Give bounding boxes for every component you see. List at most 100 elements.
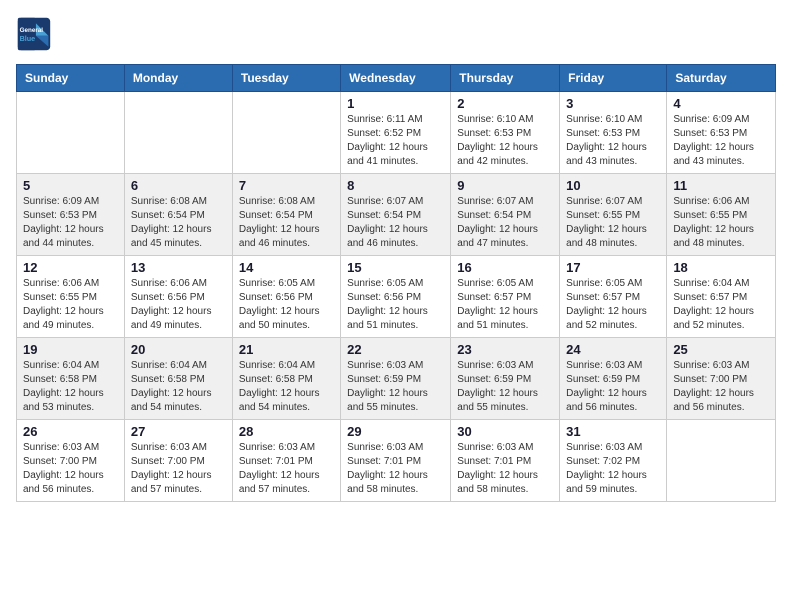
day-info: Sunrise: 6:06 AM Sunset: 6:55 PM Dayligh… bbox=[673, 195, 769, 251]
day-info: Sunrise: 6:11 AM Sunset: 6:52 PM Dayligh… bbox=[347, 113, 444, 169]
day-number: 21 bbox=[239, 342, 334, 357]
day-info: Sunrise: 6:10 AM Sunset: 6:53 PM Dayligh… bbox=[457, 113, 553, 169]
day-info: Sunrise: 6:03 AM Sunset: 7:00 PM Dayligh… bbox=[23, 441, 118, 497]
svg-text:Blue: Blue bbox=[20, 34, 36, 43]
day-number: 8 bbox=[347, 178, 444, 193]
day-number: 5 bbox=[23, 178, 118, 193]
calendar-cell: 4 Sunrise: 6:09 AM Sunset: 6:53 PM Daylig… bbox=[667, 92, 776, 174]
day-number: 12 bbox=[23, 260, 118, 275]
svg-text:General: General bbox=[20, 27, 44, 34]
day-number: 20 bbox=[131, 342, 226, 357]
day-info: Sunrise: 6:05 AM Sunset: 6:57 PM Dayligh… bbox=[566, 277, 660, 333]
day-info: Sunrise: 6:04 AM Sunset: 6:58 PM Dayligh… bbox=[131, 359, 226, 415]
calendar-cell: 1 Sunrise: 6:11 AM Sunset: 6:52 PM Daylig… bbox=[341, 92, 451, 174]
calendar-cell bbox=[232, 92, 340, 174]
calendar-cell: 28 Sunrise: 6:03 AM Sunset: 7:01 PM Dayli… bbox=[232, 420, 340, 502]
calendar-cell: 21 Sunrise: 6:04 AM Sunset: 6:58 PM Dayli… bbox=[232, 338, 340, 420]
day-info: Sunrise: 6:03 AM Sunset: 7:01 PM Dayligh… bbox=[347, 441, 444, 497]
calendar-table: SundayMondayTuesdayWednesdayThursdayFrid… bbox=[16, 64, 776, 502]
calendar-cell: 12Sunrise: 6:06 AM Sunset: 6:55 PM Dayli… bbox=[17, 256, 125, 338]
weekday-header: Tuesday bbox=[232, 65, 340, 92]
calendar-cell: 17Sunrise: 6:05 AM Sunset: 6:57 PM Dayli… bbox=[560, 256, 667, 338]
calendar-cell: 31 Sunrise: 6:03 AM Sunset: 7:02 PM Dayli… bbox=[560, 420, 667, 502]
day-info: Sunrise: 6:05 AM Sunset: 6:57 PM Dayligh… bbox=[457, 277, 553, 333]
calendar-cell: 29 Sunrise: 6:03 AM Sunset: 7:01 PM Dayli… bbox=[341, 420, 451, 502]
day-number: 15 bbox=[347, 260, 444, 275]
day-number: 14 bbox=[239, 260, 334, 275]
calendar-cell bbox=[124, 92, 232, 174]
day-info: Sunrise: 6:03 AM Sunset: 6:59 PM Dayligh… bbox=[347, 359, 444, 415]
calendar-cell: 10Sunrise: 6:07 AM Sunset: 6:55 PM Dayli… bbox=[560, 174, 667, 256]
day-number: 11 bbox=[673, 178, 769, 193]
day-info: Sunrise: 6:06 AM Sunset: 6:56 PM Dayligh… bbox=[131, 277, 226, 333]
day-info: Sunrise: 6:08 AM Sunset: 6:54 PM Dayligh… bbox=[239, 195, 334, 251]
day-info: Sunrise: 6:05 AM Sunset: 6:56 PM Dayligh… bbox=[239, 277, 334, 333]
day-number: 9 bbox=[457, 178, 553, 193]
day-info: Sunrise: 6:03 AM Sunset: 7:00 PM Dayligh… bbox=[131, 441, 226, 497]
day-number: 2 bbox=[457, 96, 553, 111]
calendar-cell: 18 Sunrise: 6:04 AM Sunset: 6:57 PM Dayli… bbox=[667, 256, 776, 338]
calendar-cell: 5Sunrise: 6:09 AM Sunset: 6:53 PM Daylig… bbox=[17, 174, 125, 256]
calendar-cell: 2 Sunrise: 6:10 AM Sunset: 6:53 PM Daylig… bbox=[451, 92, 560, 174]
calendar-week-row: 1 Sunrise: 6:11 AM Sunset: 6:52 PM Daylig… bbox=[17, 92, 776, 174]
day-number: 3 bbox=[566, 96, 660, 111]
calendar-cell: 13 Sunrise: 6:06 AM Sunset: 6:56 PM Dayli… bbox=[124, 256, 232, 338]
day-info: Sunrise: 6:08 AM Sunset: 6:54 PM Dayligh… bbox=[131, 195, 226, 251]
calendar-week-row: 5Sunrise: 6:09 AM Sunset: 6:53 PM Daylig… bbox=[17, 174, 776, 256]
day-info: Sunrise: 6:07 AM Sunset: 6:54 PM Dayligh… bbox=[347, 195, 444, 251]
calendar-cell: 30 Sunrise: 6:03 AM Sunset: 7:01 PM Dayli… bbox=[451, 420, 560, 502]
day-info: Sunrise: 6:09 AM Sunset: 6:53 PM Dayligh… bbox=[673, 113, 769, 169]
day-number: 23 bbox=[457, 342, 553, 357]
day-number: 19 bbox=[23, 342, 118, 357]
day-number: 16 bbox=[457, 260, 553, 275]
day-number: 24 bbox=[566, 342, 660, 357]
calendar-cell: 6 Sunrise: 6:08 AM Sunset: 6:54 PM Daylig… bbox=[124, 174, 232, 256]
calendar-week-row: 26Sunrise: 6:03 AM Sunset: 7:00 PM Dayli… bbox=[17, 420, 776, 502]
calendar-cell: 9 Sunrise: 6:07 AM Sunset: 6:54 PM Daylig… bbox=[451, 174, 560, 256]
day-info: Sunrise: 6:03 AM Sunset: 7:01 PM Dayligh… bbox=[239, 441, 334, 497]
day-number: 22 bbox=[347, 342, 444, 357]
calendar-week-row: 12Sunrise: 6:06 AM Sunset: 6:55 PM Dayli… bbox=[17, 256, 776, 338]
day-number: 27 bbox=[131, 424, 226, 439]
logo: General Blue bbox=[16, 16, 52, 52]
day-info: Sunrise: 6:03 AM Sunset: 7:01 PM Dayligh… bbox=[457, 441, 553, 497]
day-info: Sunrise: 6:04 AM Sunset: 6:57 PM Dayligh… bbox=[673, 277, 769, 333]
day-number: 6 bbox=[131, 178, 226, 193]
calendar-cell: 24 Sunrise: 6:03 AM Sunset: 6:59 PM Dayli… bbox=[560, 338, 667, 420]
calendar-cell: 19 Sunrise: 6:04 AM Sunset: 6:58 PM Dayli… bbox=[17, 338, 125, 420]
calendar-cell: 26Sunrise: 6:03 AM Sunset: 7:00 PM Dayli… bbox=[17, 420, 125, 502]
day-info: Sunrise: 6:04 AM Sunset: 6:58 PM Dayligh… bbox=[239, 359, 334, 415]
day-info: Sunrise: 6:03 AM Sunset: 7:02 PM Dayligh… bbox=[566, 441, 660, 497]
day-number: 25 bbox=[673, 342, 769, 357]
calendar-cell: 8 Sunrise: 6:07 AM Sunset: 6:54 PM Daylig… bbox=[341, 174, 451, 256]
calendar-cell bbox=[667, 420, 776, 502]
day-number: 4 bbox=[673, 96, 769, 111]
day-info: Sunrise: 6:03 AM Sunset: 7:00 PM Dayligh… bbox=[673, 359, 769, 415]
weekday-header: Monday bbox=[124, 65, 232, 92]
calendar-cell: 25 Sunrise: 6:03 AM Sunset: 7:00 PM Dayli… bbox=[667, 338, 776, 420]
day-number: 30 bbox=[457, 424, 553, 439]
day-number: 1 bbox=[347, 96, 444, 111]
day-number: 13 bbox=[131, 260, 226, 275]
calendar-header-row: SundayMondayTuesdayWednesdayThursdayFrid… bbox=[17, 65, 776, 92]
calendar-cell: 14 Sunrise: 6:05 AM Sunset: 6:56 PM Dayli… bbox=[232, 256, 340, 338]
calendar-cell: 15Sunrise: 6:05 AM Sunset: 6:56 PM Dayli… bbox=[341, 256, 451, 338]
day-number: 18 bbox=[673, 260, 769, 275]
calendar-cell: 27 Sunrise: 6:03 AM Sunset: 7:00 PM Dayli… bbox=[124, 420, 232, 502]
weekday-header: Friday bbox=[560, 65, 667, 92]
day-number: 28 bbox=[239, 424, 334, 439]
calendar-cell: 16 Sunrise: 6:05 AM Sunset: 6:57 PM Dayli… bbox=[451, 256, 560, 338]
day-info: Sunrise: 6:07 AM Sunset: 6:54 PM Dayligh… bbox=[457, 195, 553, 251]
day-info: Sunrise: 6:03 AM Sunset: 6:59 PM Dayligh… bbox=[566, 359, 660, 415]
day-info: Sunrise: 6:04 AM Sunset: 6:58 PM Dayligh… bbox=[23, 359, 118, 415]
weekday-header: Thursday bbox=[451, 65, 560, 92]
calendar-cell: 20 Sunrise: 6:04 AM Sunset: 6:58 PM Dayli… bbox=[124, 338, 232, 420]
day-number: 10 bbox=[566, 178, 660, 193]
day-number: 29 bbox=[347, 424, 444, 439]
day-number: 31 bbox=[566, 424, 660, 439]
day-info: Sunrise: 6:03 AM Sunset: 6:59 PM Dayligh… bbox=[457, 359, 553, 415]
calendar-cell bbox=[17, 92, 125, 174]
calendar-cell: 22 Sunrise: 6:03 AM Sunset: 6:59 PM Dayli… bbox=[341, 338, 451, 420]
weekday-header: Saturday bbox=[667, 65, 776, 92]
calendar-cell: 11 Sunrise: 6:06 AM Sunset: 6:55 PM Dayli… bbox=[667, 174, 776, 256]
